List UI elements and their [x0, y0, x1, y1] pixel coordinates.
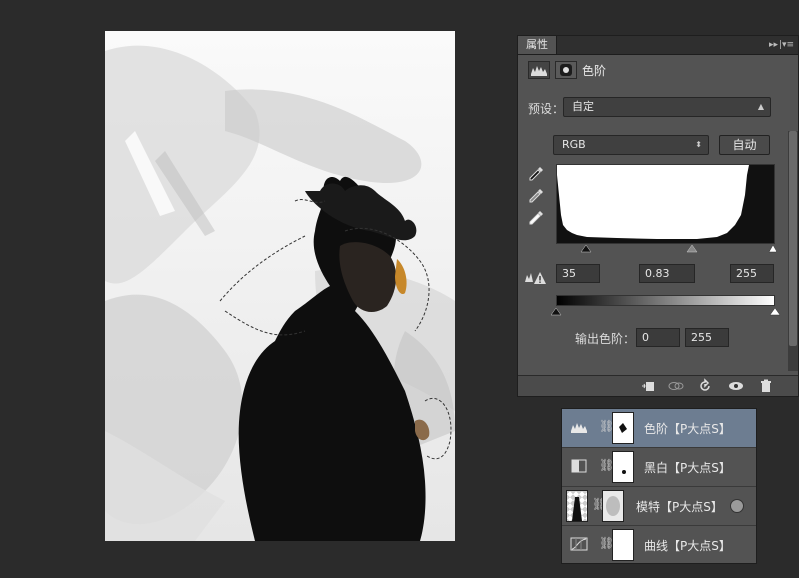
black-white-icon [571, 459, 587, 473]
select-arrows-icon: ▲ [757, 102, 764, 111]
properties-tab[interactable]: 属性 [518, 36, 557, 54]
layer-row[interactable]: ⛓ 黑白【P大点S】 [562, 448, 756, 487]
select-arrows-icon: ⬍ [695, 140, 702, 149]
black-eyedropper-icon[interactable] [528, 166, 544, 182]
layer-mask-thumbnail[interactable] [612, 451, 634, 483]
layer-name[interactable]: 模特【P大点S】 [636, 498, 723, 515]
input-level-sliders[interactable] [556, 244, 776, 254]
visibility-eye-icon[interactable] [728, 378, 744, 394]
layer-mask-thumbnail[interactable] [612, 412, 634, 444]
layers-panel: ⛓ 色阶【P大点S】 ⛓ 黑白【P大点S】 ⛓ 模特【P大点S】 ⛓ 曲线【P大… [561, 408, 757, 564]
layer-row[interactable]: ⛓ 色阶【P大点S】 [562, 409, 756, 448]
layer-style-icon[interactable] [730, 499, 744, 513]
properties-scrollbar[interactable] [788, 131, 798, 371]
output-levels-label: 输出色阶： [575, 332, 636, 346]
layer-name[interactable]: 曲线【P大点S】 [644, 537, 731, 554]
preset-select[interactable]: 自定 ▲ [563, 97, 771, 117]
levels-icon[interactable] [528, 61, 550, 79]
panel-menu-icon[interactable]: |▾≡ [779, 36, 794, 54]
channel-value: RGB [562, 138, 586, 151]
adjustment-title: 色阶 [582, 64, 607, 78]
preset-label: 预设： [528, 102, 565, 116]
layer-mask-thumbnail[interactable] [612, 529, 634, 561]
input-gamma-field[interactable]: 0.83 [639, 264, 695, 283]
auto-button[interactable]: 自动 [719, 135, 770, 155]
input-black-field[interactable]: 35 [556, 264, 600, 283]
clip-to-layer-icon[interactable] [640, 378, 656, 394]
white-eyedropper-icon[interactable] [528, 210, 544, 226]
output-gradient-bar [556, 295, 775, 306]
properties-panel: 属性 ▸▸ |▾≡ 色阶 预设： 自定 ▲ RGB ⬍ 自动 35 0.83 2… [517, 35, 799, 397]
layer-mask-thumbnail[interactable] [602, 490, 624, 522]
scrollbar-thumb[interactable] [789, 131, 797, 346]
channel-select[interactable]: RGB ⬍ [553, 135, 709, 155]
preset-value: 自定 [572, 100, 594, 113]
input-white-field[interactable]: 255 [730, 264, 774, 283]
output-black-field[interactable]: 0 [636, 328, 680, 347]
layer-row[interactable]: ⛓ 曲线【P大点S】 [562, 526, 756, 564]
collapse-panel-icon[interactable]: ▸▸ [769, 36, 778, 54]
artwork-image [105, 31, 455, 541]
layer-name[interactable]: 黑白【P大点S】 [644, 459, 731, 476]
view-previous-icon[interactable] [668, 378, 684, 394]
clipping-warning-icon[interactable] [524, 270, 548, 286]
document-canvas[interactable] [105, 31, 455, 541]
levels-histogram [556, 164, 775, 244]
reset-icon[interactable] [697, 378, 713, 394]
trash-icon[interactable] [758, 378, 774, 394]
output-white-field[interactable]: 255 [685, 328, 729, 347]
layer-name[interactable]: 色阶【P大点S】 [644, 420, 731, 437]
gray-eyedropper-icon[interactable] [528, 188, 544, 204]
properties-tabbar: 属性 ▸▸ |▾≡ [518, 36, 798, 55]
curves-icon [570, 537, 588, 551]
layer-row[interactable]: ⛓ 模特【P大点S】 [562, 487, 756, 526]
properties-bottom-bar [518, 375, 798, 396]
output-level-sliders[interactable] [551, 307, 781, 317]
layer-thumbnail[interactable] [566, 490, 588, 522]
mask-icon[interactable] [555, 61, 577, 79]
levels-icon [571, 423, 587, 433]
